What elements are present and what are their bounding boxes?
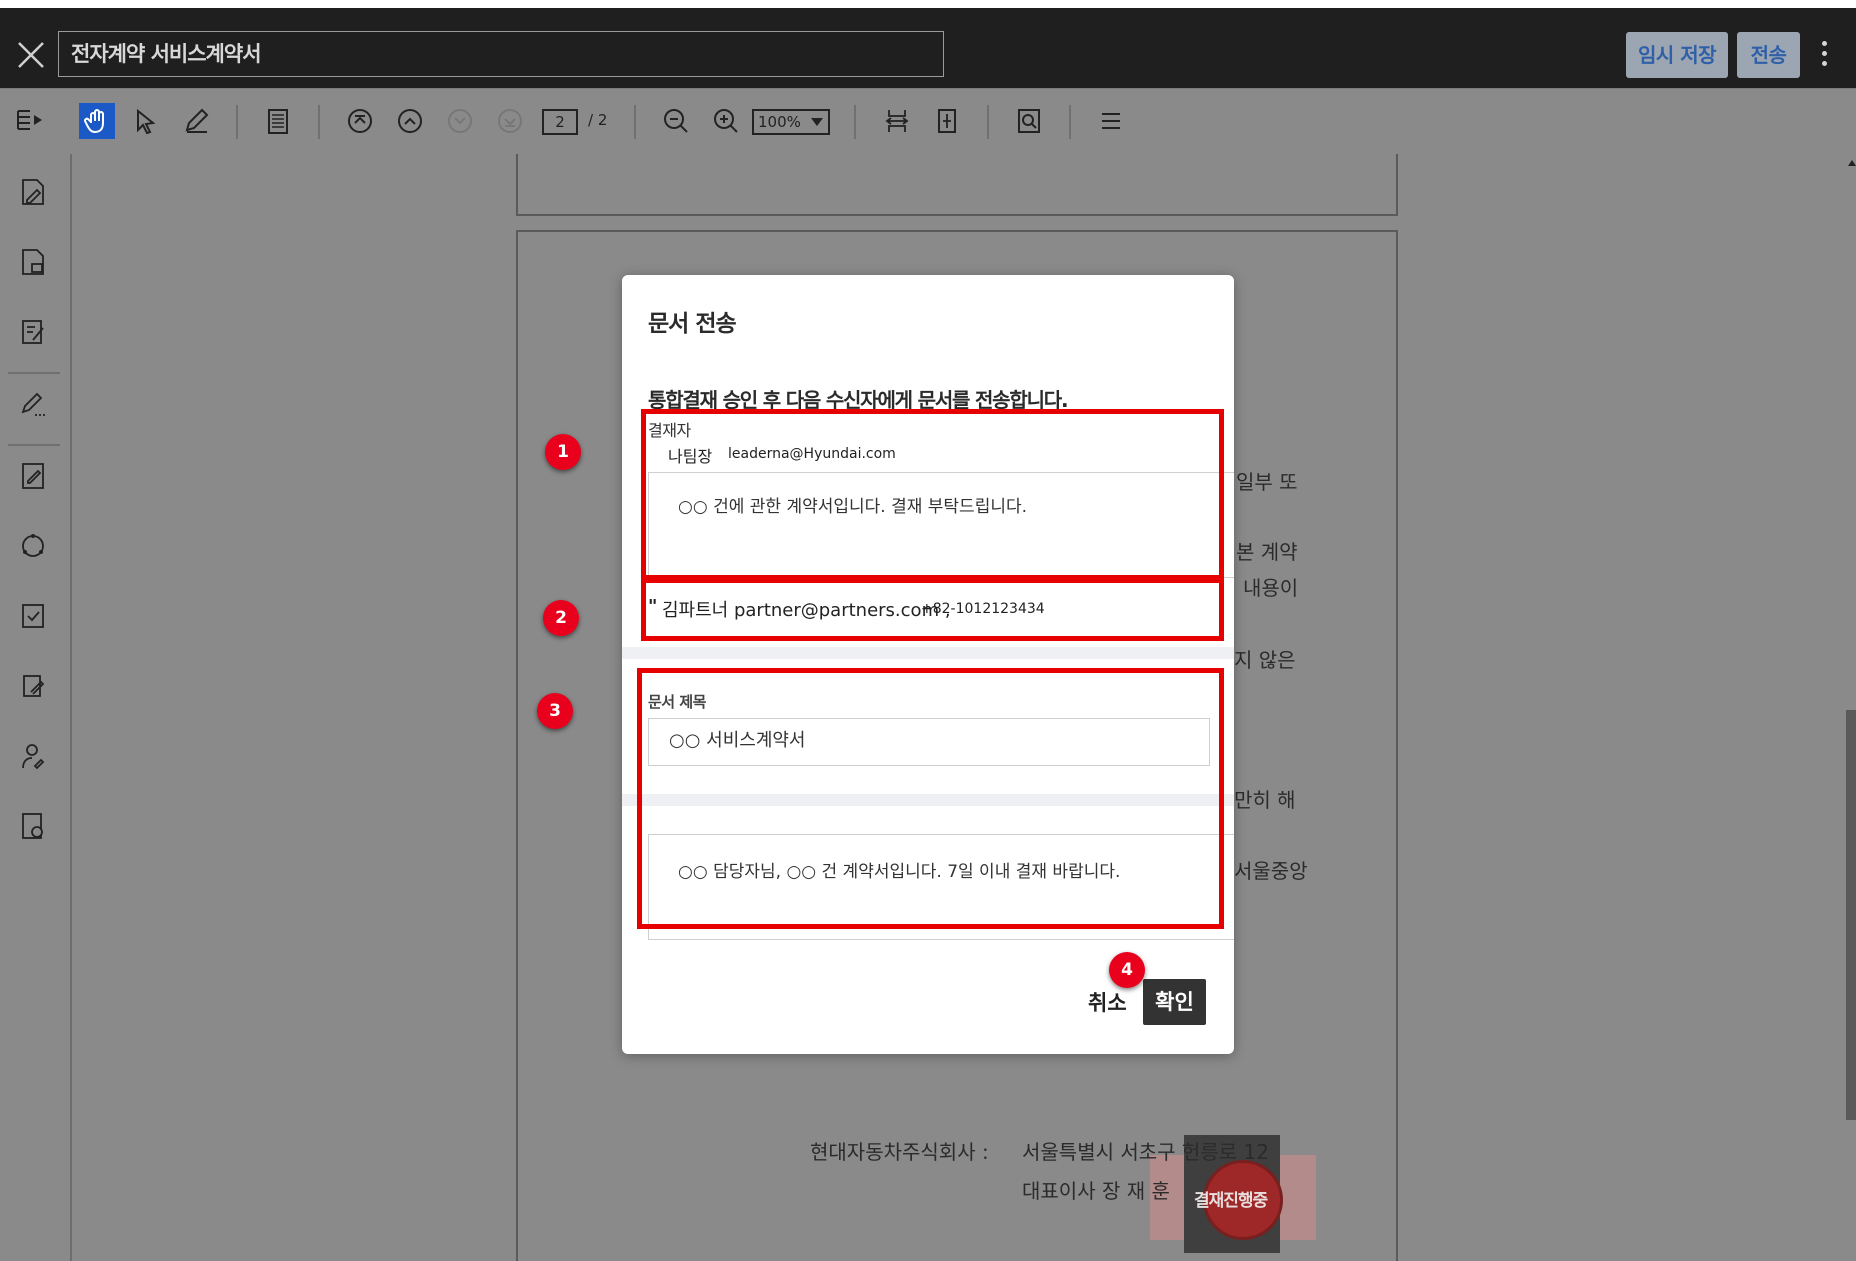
user-sign-icon[interactable] xyxy=(15,738,51,774)
document-settings-icon[interactable] xyxy=(15,808,51,844)
toolbar-divider xyxy=(987,105,989,139)
page-total: / 2 xyxy=(588,111,608,129)
send-document-dialog: 문서 전송 통합결재 승인 후 다음 수신자에게 문서를 전송합니다. 결재자 … xyxy=(622,275,1234,1054)
copy-document-icon[interactable] xyxy=(15,668,51,704)
notes-icon[interactable] xyxy=(260,103,296,139)
annotation-badge: 2 xyxy=(543,600,579,636)
document-text: 내용이 xyxy=(1243,576,1299,600)
sidebar-divider xyxy=(8,372,60,374)
lock-document-icon[interactable] xyxy=(15,244,51,280)
document-text: 지 않은 xyxy=(1234,648,1296,672)
cancel-button[interactable]: 취소 xyxy=(1088,987,1127,1017)
more-menu-icon[interactable] xyxy=(1816,38,1832,72)
dialog-title: 문서 전송 xyxy=(648,311,737,337)
prev-page-icon[interactable] xyxy=(392,103,428,139)
document-page-1 xyxy=(516,154,1398,216)
refresh-icon[interactable] xyxy=(15,528,51,564)
page-number-input[interactable]: 2 xyxy=(542,109,578,135)
annotation-box-recipient xyxy=(641,578,1224,641)
zoom-select[interactable]: 100% xyxy=(752,109,830,135)
toolbar-divider xyxy=(1069,105,1071,139)
ceo-name: 대표이사 장 재 훈 xyxy=(1022,1179,1170,1203)
app-header: 전자계약 서비스계약서 임시 저장 전송 xyxy=(0,8,1856,88)
next-page-icon[interactable] xyxy=(442,103,478,139)
select-tool-icon[interactable] xyxy=(128,103,164,139)
scrollbar-thumb[interactable] xyxy=(1846,710,1856,1120)
fit-width-icon[interactable] xyxy=(879,103,915,139)
toolbar-divider xyxy=(236,105,238,139)
section-divider xyxy=(622,647,1234,659)
scroll-up-icon[interactable] xyxy=(1848,160,1856,166)
checklist-icon[interactable] xyxy=(15,598,51,634)
pen-tool-icon[interactable] xyxy=(178,103,214,139)
close-icon[interactable] xyxy=(14,38,48,72)
save-draft-button[interactable]: 임시 저장 xyxy=(1626,32,1728,78)
sidebar-divider xyxy=(8,444,60,446)
sidebar-toggle-icon[interactable] xyxy=(12,103,48,139)
zoom-in-icon[interactable] xyxy=(708,103,744,139)
annotation-box-title-message xyxy=(637,668,1224,929)
top-strip xyxy=(0,0,1856,8)
document-title-field[interactable]: 전자계약 서비스계약서 xyxy=(58,31,944,77)
viewer-toolbar: 2 / 2 100% xyxy=(0,88,1856,155)
document-text: 일부 또 xyxy=(1236,470,1298,494)
company-name: 현대자동차주식회사 : xyxy=(810,1140,989,1164)
toolbar-divider xyxy=(318,105,320,139)
confirm-button[interactable]: 확인 xyxy=(1143,979,1206,1025)
approval-status-stamp: 결재진행중 xyxy=(1194,1191,1268,1211)
company-address: 서울특별시 서초구 헌릉로 12 xyxy=(1022,1140,1269,1164)
sign-document-icon[interactable] xyxy=(15,174,51,210)
toolbar-divider xyxy=(854,105,856,139)
menu-icon[interactable] xyxy=(1093,103,1129,139)
zoom-out-icon[interactable] xyxy=(658,103,694,139)
annotation-badge: 4 xyxy=(1109,952,1145,988)
left-sidebar xyxy=(0,154,72,1261)
document-text: 만히 해 xyxy=(1234,788,1296,812)
annotation-badge: 3 xyxy=(537,693,573,729)
signature-pen-icon[interactable] xyxy=(15,386,51,422)
document-text: 본 계약 xyxy=(1236,540,1298,564)
fit-page-icon[interactable] xyxy=(929,103,965,139)
edit-document-icon[interactable] xyxy=(15,314,51,350)
annotation-badge: 1 xyxy=(545,434,581,470)
first-page-icon[interactable] xyxy=(342,103,378,139)
annotation-box-approver xyxy=(641,409,1224,580)
write-document-icon[interactable] xyxy=(15,458,51,494)
toolbar-divider xyxy=(634,105,636,139)
chevron-down-icon xyxy=(811,118,823,126)
document-text: 서울중앙 xyxy=(1234,859,1308,883)
last-page-icon[interactable] xyxy=(492,103,528,139)
hand-tool-icon[interactable] xyxy=(79,103,115,139)
send-button[interactable]: 전송 xyxy=(1737,32,1800,78)
search-icon[interactable] xyxy=(1011,103,1047,139)
